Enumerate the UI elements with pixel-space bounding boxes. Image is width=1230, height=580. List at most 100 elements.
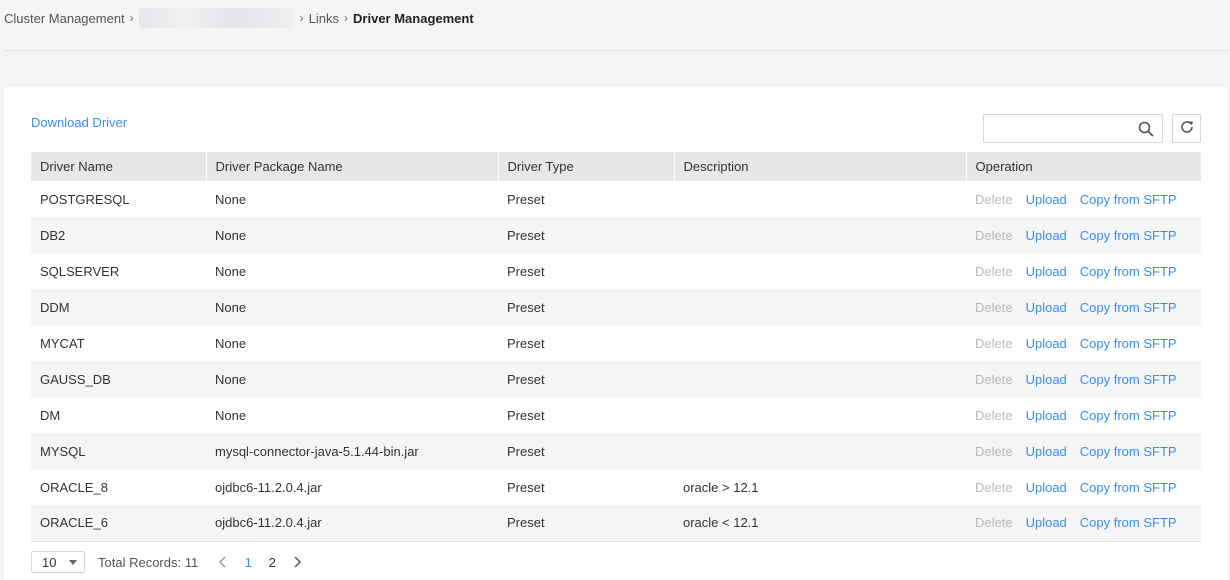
driver-type-cell: Preset — [507, 479, 545, 495]
copy-from-sftp-button[interactable]: Copy from SFTP — [1080, 228, 1177, 243]
driver-name-cell: MYSQL — [31, 433, 206, 469]
table-body: POSTGRESQL None Preset Delete Upload Copy fro… — [31, 181, 1201, 542]
header-divider — [4, 50, 1230, 51]
operation-cell: Delete Upload Copy from SFTP — [966, 433, 1201, 469]
delete-button[interactable]: Delete — [975, 192, 1013, 207]
copy-from-sftp-button[interactable]: Copy from SFTP — [1080, 300, 1177, 315]
driver-package-cell: None — [215, 191, 247, 207]
upload-button[interactable]: Upload — [1026, 300, 1067, 315]
driver-type-cell: Preset — [507, 263, 545, 279]
driver-name-cell: DM — [40, 407, 61, 423]
prev-page-button[interactable] — [210, 551, 236, 573]
copy-from-sftp-button[interactable]: Copy from SFTP — [1080, 372, 1177, 387]
description-cell — [674, 217, 966, 253]
upload-button[interactable]: Upload — [1026, 192, 1067, 207]
table-row: DDM None Preset Delete Upload Copy from SFTP — [31, 289, 1201, 325]
operation-cell: Delete Upload Copy from SFTP — [966, 505, 1201, 542]
operation-cell: Delete Upload Copy from SFTP — [966, 325, 1201, 361]
operation-cell: Delete Upload Copy from SFTP — [966, 469, 1201, 505]
driver-name-cell: DDM — [31, 289, 206, 325]
driver-table: Driver Name Driver Package Name Driver T… — [31, 152, 1201, 542]
upload-button[interactable]: Upload — [1026, 480, 1067, 495]
upload-button[interactable]: Upload — [1026, 372, 1067, 387]
table-row: ORACLE_6 ojdbc6-11.2.0.4.jar Preset oracle … — [31, 505, 1201, 542]
upload-button[interactable]: Upload — [1026, 336, 1067, 351]
table-row: DB2 None Preset Delete Upload Copy from SFTP — [31, 217, 1201, 253]
copy-from-sftp-button[interactable]: Copy from SFTP — [1080, 515, 1177, 530]
table-row: ORACLE_8 ojdbc6-11.2.0.4.jar Preset oracle … — [31, 469, 1201, 505]
description-cell — [674, 433, 966, 469]
driver-name-cell: POSTGRESQL — [40, 191, 130, 207]
operation-cell: Delete Upload Copy from SFTP — [966, 289, 1201, 325]
driver-package-cell: ojdbc6-11.2.0.4.jar — [215, 479, 322, 495]
breadcrumb-cluster-management[interactable]: Cluster Management — [4, 11, 125, 26]
description-cell — [674, 397, 966, 433]
upload-button[interactable]: Upload — [1026, 264, 1067, 279]
search-icon[interactable] — [1138, 121, 1154, 137]
download-driver-link[interactable]: Download Driver — [31, 115, 127, 130]
delete-button[interactable]: Delete — [975, 515, 1013, 530]
column-header-driver-name: Driver Name — [31, 152, 207, 181]
driver-name-cell: ORACLE_8 — [40, 479, 108, 495]
breadcrumb-current: Driver Management — [353, 10, 474, 26]
table-row: DM None Preset Delete Upload Copy from SFTP — [31, 397, 1201, 433]
breadcrumb-links[interactable]: Links — [309, 11, 339, 26]
page-number-1[interactable]: 1 — [236, 551, 260, 573]
driver-name-cell: ORACLE_6 — [31, 505, 206, 542]
delete-button[interactable]: Delete — [975, 444, 1013, 459]
table-row: MYCAT None Preset Delete Upload Copy from SFT… — [31, 325, 1201, 361]
search-box — [983, 114, 1163, 143]
delete-button[interactable]: Delete — [975, 372, 1013, 387]
driver-package-cell: None — [206, 361, 498, 397]
operation-cell: Delete Upload Copy from SFTP — [966, 253, 1201, 289]
copy-from-sftp-button[interactable]: Copy from SFTP — [1080, 444, 1177, 459]
page-number-2[interactable]: 2 — [260, 551, 284, 573]
copy-from-sftp-button[interactable]: Copy from SFTP — [1080, 192, 1177, 207]
delete-button[interactable]: Delete — [975, 228, 1013, 243]
operation-cell: Delete Upload Copy from SFTP — [966, 361, 1201, 397]
copy-from-sftp-button[interactable]: Copy from SFTP — [1080, 264, 1177, 279]
driver-name-cell: SQLSERVER — [40, 263, 120, 279]
operation-cell: Delete Upload Copy from SFTP — [966, 217, 1201, 253]
driver-type-cell: Preset — [498, 289, 674, 325]
upload-button[interactable]: Upload — [1026, 444, 1067, 459]
driver-panel: Download Driver Driver Name Driver Packa… — [4, 87, 1228, 580]
delete-button[interactable]: Delete — [975, 480, 1013, 495]
breadcrumb: Cluster Management › › Links › Driver Ma… — [4, 8, 474, 28]
total-records: Total Records: 11 — [98, 554, 199, 570]
driver-package-cell: None — [215, 335, 247, 351]
table-header-row: Driver Name Driver Package Name Driver T… — [31, 152, 1201, 181]
driver-package-cell: None — [206, 217, 498, 253]
driver-package-cell: mysql-connector-java-5.1.44-bin.jar — [206, 433, 498, 469]
delete-button[interactable]: Delete — [975, 408, 1013, 423]
driver-package-cell: ojdbc6-11.2.0.4.jar — [206, 505, 498, 542]
description-cell — [674, 181, 966, 217]
delete-button[interactable]: Delete — [975, 300, 1013, 315]
page-size-value: 10 — [42, 554, 57, 570]
copy-from-sftp-button[interactable]: Copy from SFTP — [1080, 336, 1177, 351]
delete-button[interactable]: Delete — [975, 264, 1013, 279]
search-input[interactable] — [984, 115, 1132, 142]
upload-button[interactable]: Upload — [1026, 408, 1067, 423]
upload-button[interactable]: Upload — [1026, 228, 1067, 243]
upload-button[interactable]: Upload — [1026, 515, 1067, 530]
operation-cell: Delete Upload Copy from SFTP — [966, 397, 1201, 433]
table-row: SQLSERVER None Preset Delete Upload Copy from… — [31, 253, 1201, 289]
next-page-button[interactable] — [284, 551, 310, 573]
driver-name-cell: MYCAT — [40, 335, 85, 351]
page-size-select[interactable]: 10 — [31, 551, 85, 573]
description-cell: oracle > 12.1 — [683, 479, 759, 495]
column-header-operation: Operation — [966, 152, 1201, 181]
copy-from-sftp-button[interactable]: Copy from SFTP — [1080, 480, 1177, 495]
delete-button[interactable]: Delete — [975, 336, 1013, 351]
breadcrumb-separator: › — [129, 11, 134, 25]
breadcrumb-redacted-item[interactable] — [138, 8, 295, 28]
refresh-button[interactable] — [1172, 114, 1201, 143]
pagination: 10 Total Records: 11 1 2 — [31, 551, 310, 573]
driver-type-cell: Preset — [498, 433, 674, 469]
description-cell — [674, 289, 966, 325]
driver-type-cell: Preset — [507, 335, 545, 351]
copy-from-sftp-button[interactable]: Copy from SFTP — [1080, 408, 1177, 423]
driver-name-cell: DB2 — [31, 217, 206, 253]
table-row: MYSQL mysql-connector-java-5.1.44-bin.jar… — [31, 433, 1201, 469]
